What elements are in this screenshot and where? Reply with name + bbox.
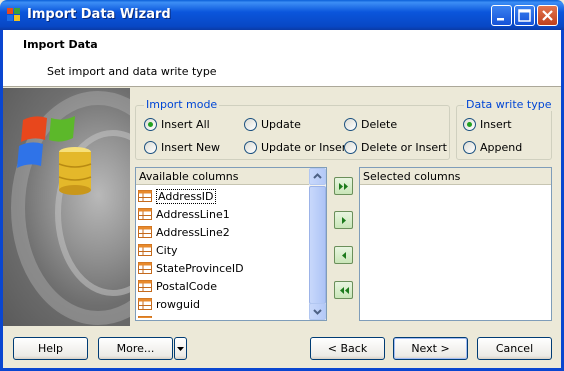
radio-checked-icon: [463, 118, 476, 131]
radio-label: Append: [480, 141, 523, 154]
column-list-item[interactable]: AddressLine2: [138, 223, 308, 241]
available-columns-scrollbar[interactable]: [309, 168, 326, 320]
available-columns-header: Available columns: [136, 168, 326, 185]
title-bar[interactable]: Import Data Wizard: [0, 0, 564, 30]
radio-label: Delete: [361, 118, 398, 131]
main-panel: Import mode Insert All Update Delete Ins…: [130, 88, 561, 326]
table-column-icon: [138, 226, 152, 238]
import-mode-legend: Import mode: [144, 98, 220, 111]
table-column-icon: [138, 298, 152, 310]
radio-label: Delete or Insert: [361, 141, 447, 154]
maximize-icon: [518, 9, 531, 22]
table-column-icon: [138, 190, 152, 202]
column-name: ModifiedDate: [156, 316, 229, 319]
column-name: AddressLine1: [156, 207, 230, 221]
radio-label: Update or Insert: [261, 141, 351, 154]
radio-label: Update: [261, 118, 301, 131]
help-button-label: Help: [37, 342, 64, 355]
radio-update-or-insert[interactable]: Update or Insert: [244, 141, 351, 154]
scroll-up-button[interactable]: [309, 168, 326, 185]
table-column-icon: [138, 262, 152, 274]
minimize-button[interactable]: [491, 5, 512, 26]
window-title: Import Data Wizard: [27, 7, 171, 22]
cancel-button-label: Cancel: [495, 342, 534, 355]
next-button-label: Next >: [411, 342, 450, 355]
column-list-item[interactable]: rowguid: [138, 295, 308, 313]
app-grid-icon: [7, 8, 20, 21]
radio-unchecked-icon: [244, 141, 257, 154]
radio-label: Insert All: [161, 118, 210, 131]
close-icon: [542, 10, 553, 21]
cancel-button[interactable]: Cancel: [477, 337, 552, 360]
minimize-icon: [497, 18, 504, 21]
next-button[interactable]: Next >: [393, 337, 468, 360]
column-name: AddressID: [156, 188, 216, 204]
selected-columns-list[interactable]: Selected columns: [359, 167, 552, 321]
scroll-down-button[interactable]: [309, 303, 326, 320]
column-name: City: [156, 243, 178, 257]
table-column-icon: [138, 244, 152, 256]
radio-unchecked-icon: [344, 118, 357, 131]
arrow-left-icon: [342, 252, 346, 259]
windows-database-logo-icon: [11, 91, 130, 325]
radio-label: Insert New: [161, 141, 221, 154]
table-column-icon: [138, 280, 152, 292]
close-button[interactable]: [537, 5, 558, 26]
more-button-label: More...: [116, 342, 155, 355]
available-columns-list[interactable]: Available columns AddressID AddressLine1 A…: [135, 167, 327, 321]
column-name: StateProvinceID: [156, 261, 244, 275]
page-subtitle: Set import and data write type: [47, 65, 217, 78]
add-all-columns-button[interactable]: [334, 177, 353, 195]
remove-all-columns-button[interactable]: [334, 281, 353, 299]
help-button[interactable]: Help: [13, 337, 88, 360]
back-button[interactable]: < Back: [310, 337, 385, 360]
more-button[interactable]: More...: [98, 337, 173, 360]
add-column-button[interactable]: [334, 211, 353, 229]
radio-unchecked-icon: [144, 141, 157, 154]
radio-delete-or-insert[interactable]: Delete or Insert: [344, 141, 447, 154]
wizard-header: Import Data Set import and data write ty…: [3, 30, 561, 87]
column-list-item[interactable]: City: [138, 241, 308, 259]
page-title: Import Data: [23, 38, 98, 51]
table-column-icon: [138, 316, 152, 318]
column-list-item[interactable]: AddressID: [138, 187, 308, 205]
radio-write-insert[interactable]: Insert: [463, 118, 512, 131]
column-name: PostalCode: [156, 279, 217, 293]
data-write-type-legend: Data write type: [464, 98, 554, 111]
table-column-icon: [138, 208, 152, 220]
radio-label: Insert: [480, 118, 512, 131]
radio-insert-all[interactable]: Insert All: [144, 118, 210, 131]
column-list-item[interactable]: ModifiedDate: [138, 313, 308, 318]
double-arrow-right-icon: [339, 183, 348, 190]
radio-update[interactable]: Update: [244, 118, 301, 131]
radio-insert-new[interactable]: Insert New: [144, 141, 220, 154]
selected-columns-header: Selected columns: [360, 168, 551, 185]
chevron-down-icon: [177, 346, 184, 351]
more-dropdown-button[interactable]: [174, 337, 187, 360]
arrow-right-icon: [342, 217, 346, 224]
radio-delete[interactable]: Delete: [344, 118, 397, 131]
available-columns-items: AddressID AddressLine1 AddressLine2 City Sta…: [138, 187, 308, 318]
column-list-item[interactable]: StateProvinceID: [138, 259, 308, 277]
scroll-thumb[interactable]: [309, 186, 326, 304]
column-list-item[interactable]: AddressLine1: [138, 205, 308, 223]
scroll-up-icon: [313, 173, 322, 179]
scroll-down-icon: [313, 309, 322, 315]
column-list-item[interactable]: PostalCode: [138, 277, 308, 295]
radio-write-append[interactable]: Append: [463, 141, 522, 154]
radio-unchecked-icon: [344, 141, 357, 154]
radio-unchecked-icon: [244, 118, 257, 131]
double-arrow-left-icon: [340, 287, 349, 294]
wizard-image-panel: [3, 88, 130, 326]
maximize-button[interactable]: [514, 5, 535, 26]
remove-column-button[interactable]: [334, 246, 353, 264]
column-name: AddressLine2: [156, 225, 230, 239]
radio-unchecked-icon: [463, 141, 476, 154]
back-button-label: < Back: [327, 342, 368, 355]
radio-checked-icon: [144, 118, 157, 131]
column-name: rowguid: [156, 297, 200, 311]
